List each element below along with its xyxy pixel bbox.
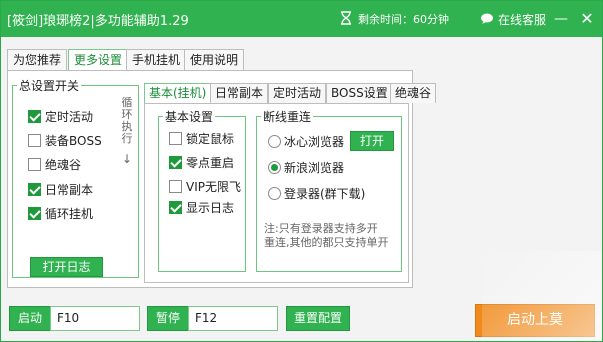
tab-more-settings[interactable]: 更多设置 <box>68 49 129 72</box>
checkbox-lock-mouse[interactable]: 锁定鼠标 <box>169 131 234 147</box>
basic-settings-legend: 基本设置 <box>165 110 214 124</box>
subtab-basic[interactable]: 基本(挂机) <box>144 83 212 103</box>
checkbox-timed-activity[interactable]: 定时活动 <box>28 109 93 125</box>
subtab-soul-valley[interactable]: 绝魂谷 <box>390 83 437 103</box>
checkbox-box <box>28 110 41 123</box>
checkbox-box <box>28 134 41 147</box>
radio-circle <box>268 161 281 174</box>
title-bar: [筱剑]琅琊榜2|多功能辅助1.29 剩余时间：60分钟 在线客服 — ✕ <box>1 1 602 37</box>
checkbox-label: 循环挂机 <box>45 207 94 221</box>
pause-hotkey-label: 暂停 <box>147 306 189 331</box>
checkbox-box <box>169 201 182 214</box>
timer-text: 剩余时间：60分钟 <box>358 13 449 26</box>
checkbox-box <box>28 207 41 220</box>
subtab-daily-dungeon[interactable]: 日常副本 <box>210 83 269 103</box>
service-label: 在线客服 <box>498 13 547 27</box>
checkbox-label: 锁定鼠标 <box>186 132 235 146</box>
checkbox-equip-boss[interactable]: 装备BOSS <box>28 133 102 149</box>
subtab-boss-settings[interactable]: BOSS设置 <box>326 83 393 103</box>
pause-hotkey-input[interactable]: F12 <box>188 306 278 331</box>
checkbox-label: 装备BOSS <box>45 134 102 148</box>
reset-config-button[interactable]: 重置配置 <box>286 306 350 331</box>
radio-label: 登录器(群下载) <box>284 187 366 201</box>
window-title: [筱剑]琅琊榜2|多功能辅助1.29 <box>7 14 189 29</box>
open-browser-button[interactable]: 打开 <box>350 131 394 151</box>
loop-exec-note: 循环执行 <box>121 96 133 145</box>
reconnect-legend: 断线重连 <box>263 110 312 124</box>
checkbox-box <box>28 158 41 171</box>
tab-mobile-hang[interactable]: 手机挂机 <box>126 49 187 71</box>
checkbox-box <box>169 156 182 169</box>
start-hotkey-input[interactable]: F10 <box>50 306 140 331</box>
reconnect-note-line1: 注:只有登录器支持多开 <box>264 222 378 235</box>
start-hotkey-label: 启动 <box>9 306 51 331</box>
checkbox-box <box>169 180 182 193</box>
tab-recommend[interactable]: 为您推荐 <box>7 49 68 71</box>
open-log-button[interactable]: 打开日志 <box>30 257 103 277</box>
checkbox-midnight-restart[interactable]: 零点重启 <box>169 155 234 171</box>
checkbox-soul-valley[interactable]: 绝魂谷 <box>28 157 81 173</box>
checkbox-vip-fly[interactable]: VIP无限飞 <box>169 179 241 195</box>
checkbox-box <box>28 183 41 196</box>
radio-launcher[interactable]: 登录器(群下载) <box>268 186 365 202</box>
arrow-down-icon: ↓ <box>121 152 133 166</box>
minimize-button[interactable]: — <box>552 10 570 28</box>
timer: 剩余时间：60分钟 <box>340 11 449 27</box>
reconnect-note-line2: 重连,其他的都只支持单开 <box>264 236 389 249</box>
checkbox-label: VIP无限飞 <box>186 180 241 194</box>
online-service-link[interactable]: 在线客服 <box>480 11 546 28</box>
subtab-timed-activity[interactable]: 定时活动 <box>268 83 327 103</box>
checkbox-label: 显示日志 <box>186 201 235 215</box>
close-button[interactable]: ✕ <box>578 10 596 28</box>
radio-sina-browser[interactable]: 新浪浏览器 <box>268 160 344 176</box>
radio-label: 新浪浏览器 <box>284 161 345 175</box>
checkbox-box <box>169 132 182 145</box>
checkbox-show-log[interactable]: 显示日志 <box>169 200 234 216</box>
checkbox-daily-dungeon[interactable]: 日常副本 <box>28 182 93 198</box>
radio-label: 冰心浏览器 <box>284 135 345 149</box>
checkbox-label: 日常副本 <box>45 183 94 197</box>
settings-panel: 总设置开关 定时活动 装备BOSS 绝魂谷 日常副本 循环挂机 循环执行 ↓ 打… <box>7 70 437 288</box>
checkbox-loop-hang[interactable]: 循环挂机 <box>28 206 93 222</box>
launch-button[interactable]: 启动上莫 <box>475 304 595 337</box>
app-window: [筱剑]琅琊榜2|多功能辅助1.29 剩余时间：60分钟 在线客服 — ✕ 为您… <box>0 0 603 342</box>
radio-circle <box>268 187 281 200</box>
checkbox-label: 绝魂谷 <box>45 158 82 172</box>
master-switch-legend: 总设置开关 <box>19 79 80 93</box>
launch-button-label: 启动上莫 <box>507 312 563 328</box>
master-switch-group: 总设置开关 <box>12 77 139 278</box>
radio-circle <box>268 135 281 148</box>
hourglass-icon <box>341 11 351 25</box>
checkbox-label: 零点重启 <box>186 156 235 170</box>
tab-instructions[interactable]: 使用说明 <box>184 49 245 71</box>
radio-bingxin-browser[interactable]: 冰心浏览器 <box>268 134 344 150</box>
checkbox-label: 定时活动 <box>45 110 94 124</box>
chat-icon <box>481 13 493 24</box>
